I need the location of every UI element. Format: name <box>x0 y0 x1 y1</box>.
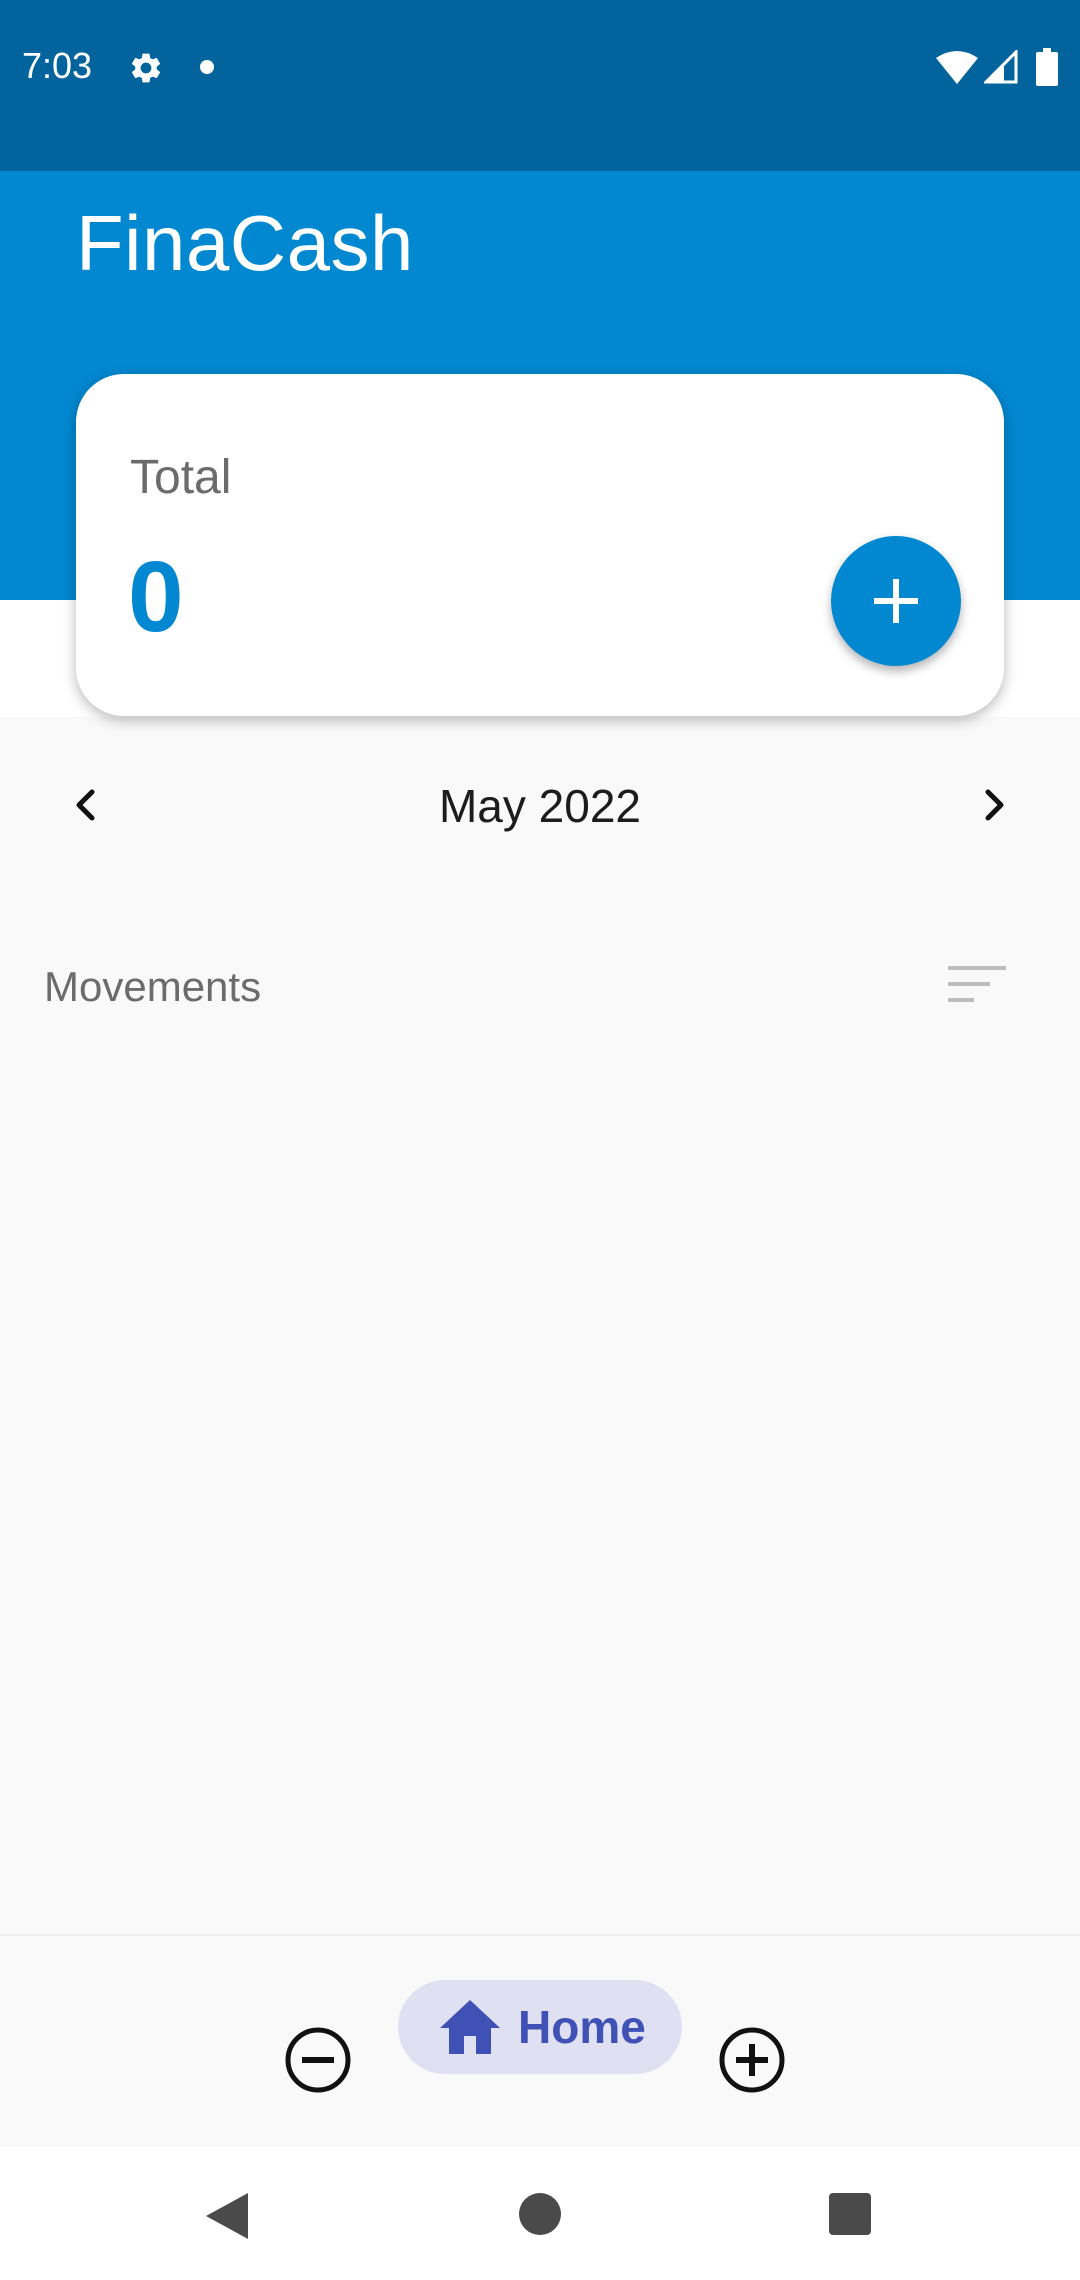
minus-circle-icon[interactable] <box>282 2024 354 2096</box>
movements-label: Movements <box>44 963 262 1010</box>
app-title: FinaCash <box>76 199 414 287</box>
home-circle-icon[interactable] <box>519 2193 561 2235</box>
recents-icon[interactable] <box>829 2193 871 2235</box>
battery-icon <box>1036 48 1058 86</box>
system-navigation-bar <box>0 2147 1080 2280</box>
bottom-navigation: Home <box>0 1934 1080 2149</box>
add-movement-button[interactable] <box>831 536 961 666</box>
notification-dot-icon <box>200 60 214 74</box>
nav-home-label: Home <box>518 2001 646 2053</box>
sort-icon[interactable] <box>946 962 1008 1006</box>
gear-icon <box>131 53 161 83</box>
total-value: 0 <box>128 541 184 653</box>
plus-circle-icon[interactable] <box>716 2024 788 2096</box>
total-card: Total 0 <box>76 374 1004 716</box>
wifi-icon <box>936 51 978 84</box>
signal-icon <box>984 50 1018 84</box>
status-bar: 7:03 <box>0 0 1080 171</box>
status-time: 7:03 <box>22 45 93 86</box>
current-month: May 2022 <box>438 780 641 832</box>
app-screen: 7:03 FinaCash Total 0 May 2022 Movements… <box>0 0 1080 2280</box>
nav-home-tab[interactable]: Home <box>398 1980 682 2074</box>
chevron-right-icon[interactable] <box>968 780 1018 830</box>
total-label: Total <box>130 451 232 504</box>
back-icon[interactable] <box>204 2191 250 2241</box>
plus-icon <box>874 579 918 623</box>
chevron-left-icon[interactable] <box>62 780 112 830</box>
home-icon <box>440 2000 500 2054</box>
